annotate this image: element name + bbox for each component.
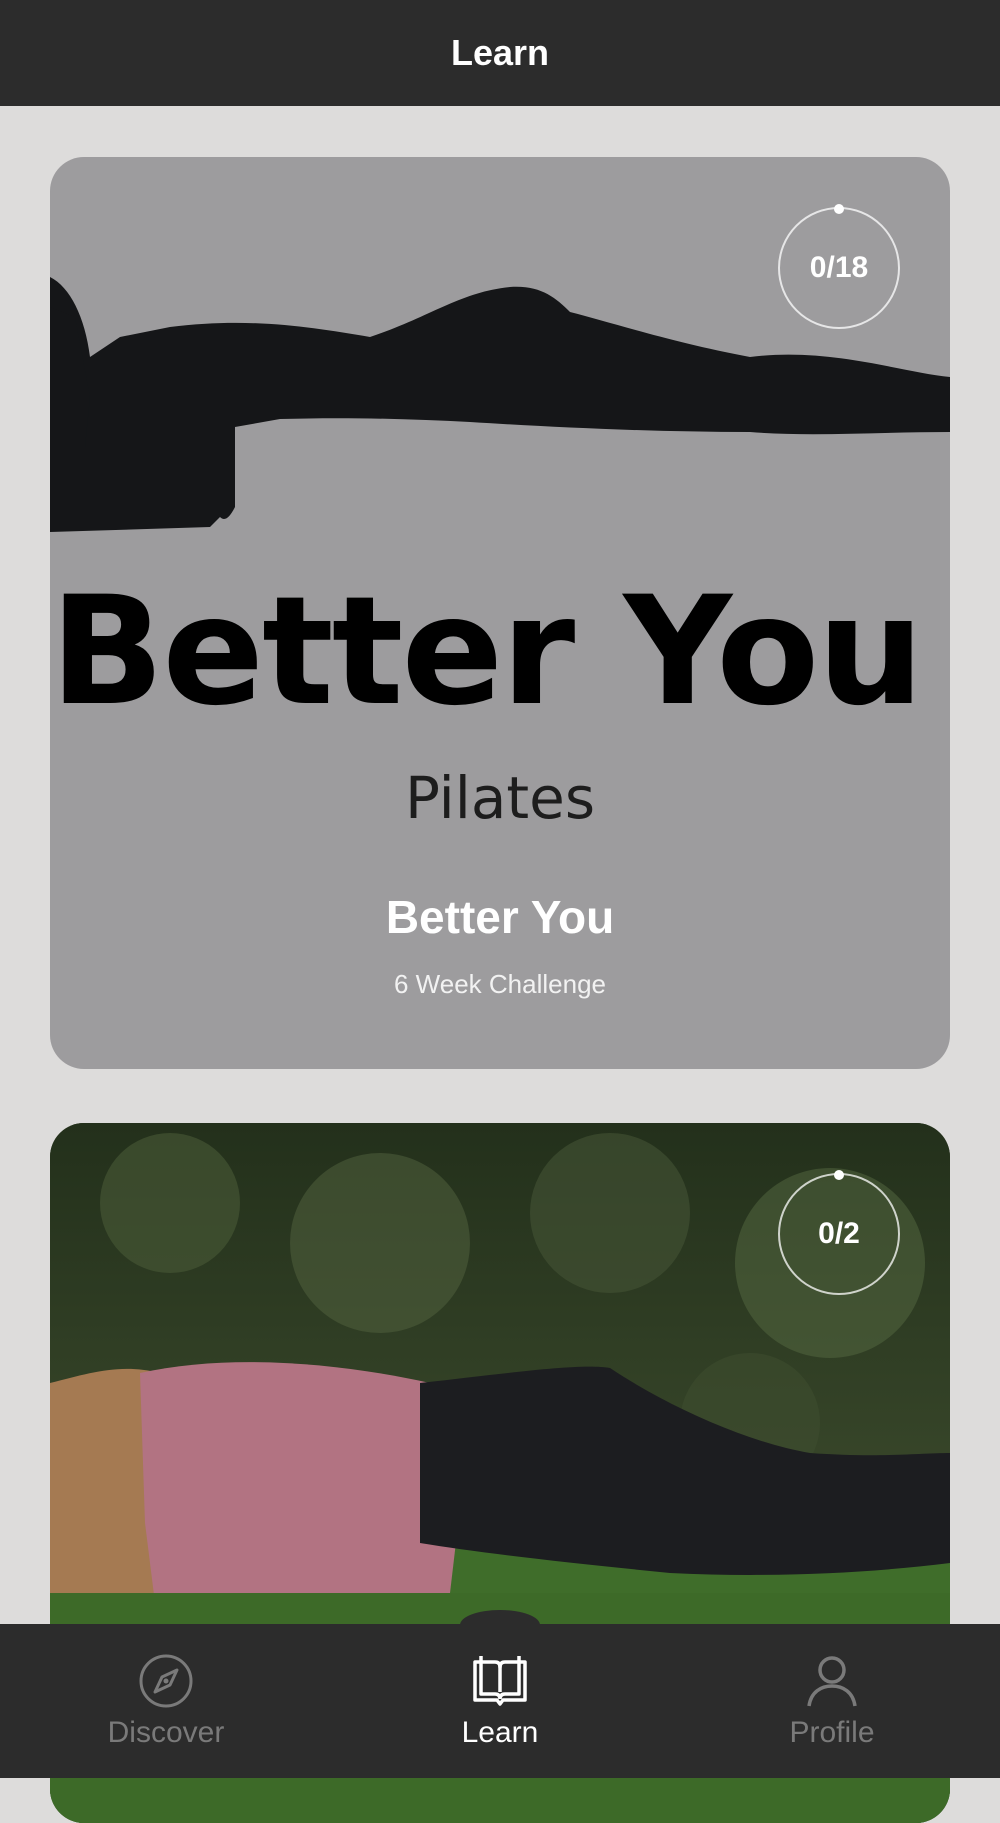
tab-label-discover: Discover xyxy=(107,1716,225,1749)
tab-label-profile: Profile xyxy=(789,1716,875,1749)
header-bar: Learn xyxy=(0,0,1000,106)
person-icon xyxy=(807,1656,857,1707)
page-title: Learn xyxy=(450,32,550,73)
progress-count: 0/18 xyxy=(809,251,869,284)
active-tab-notch xyxy=(460,1610,540,1640)
progress-count: 0/2 xyxy=(818,1217,860,1250)
bottom-tab-bar: Discover Learn Profile xyxy=(0,1610,1000,1778)
course-card-better-you[interactable]: Better You Pilates Better You 6 Week Cha… xyxy=(50,157,950,1069)
compass-icon xyxy=(139,1654,193,1708)
progress-indicator-dot xyxy=(834,1170,844,1180)
artwork-title-text: Better You xyxy=(50,565,924,739)
tab-label-learn: Learn xyxy=(461,1716,539,1749)
card-subtitle: 6 Week Challenge xyxy=(394,969,606,999)
tab-learn[interactable]: Learn xyxy=(380,1652,620,1750)
progress-indicator-dot xyxy=(834,204,844,214)
tab-discover[interactable]: Discover xyxy=(46,1652,286,1750)
book-icon xyxy=(473,1656,527,1706)
tab-profile[interactable]: Profile xyxy=(712,1652,952,1750)
progress-ring: 0/18 xyxy=(778,204,900,329)
progress-ring: 0/2 xyxy=(778,1170,900,1295)
artwork-subtitle-text: Pilates xyxy=(404,764,596,832)
card-title: Better You xyxy=(385,891,615,943)
